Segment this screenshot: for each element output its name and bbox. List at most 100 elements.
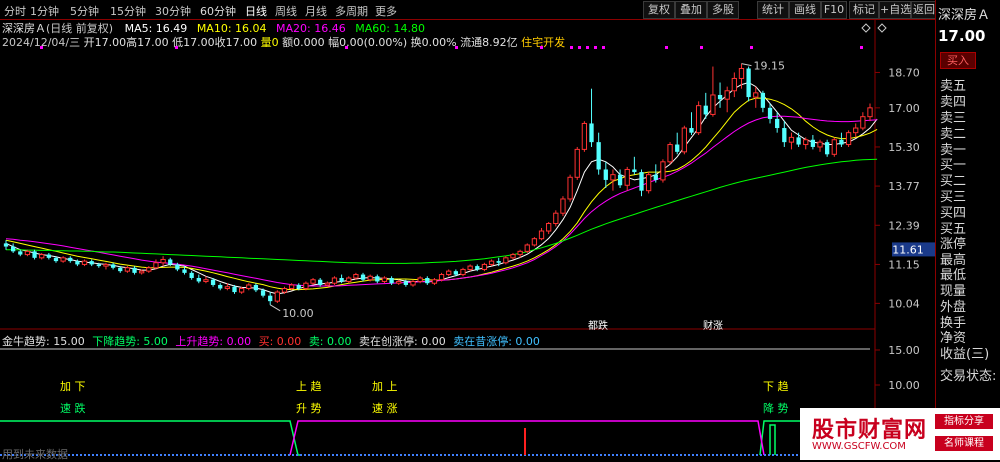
- candle-body-up: [681, 127, 687, 153]
- ma-line-ma60: [6, 158, 878, 264]
- candle-body-up: [460, 268, 466, 276]
- candle-body-up: [39, 254, 45, 259]
- candle-body-up: [753, 92, 759, 98]
- ann-downtrend-1: 下 趋: [763, 380, 789, 393]
- sidebar-row-17: 收益(三): [940, 347, 990, 362]
- quote-sidebar: 深深房Ａ 17.00 买入 卖五 卖四 卖三 卖二 卖一 买一 买二 买三 买四 买五 涨停 最高 最低…: [935, 0, 1000, 460]
- candlestick-chart[interactable]: 18.70 17.00 15.30 13.77 12.39 11.15 10.04 11.61…: [0, 0, 935, 460]
- candle-body-up: [560, 198, 566, 214]
- candle-body-up: [831, 139, 837, 155]
- ind-tick-label: 15.00: [888, 344, 920, 357]
- signal-dot: [540, 46, 543, 49]
- candle-body-up: [274, 291, 280, 302]
- candle-body-up: [24, 250, 31, 256]
- brand-watermark: 股市财富网 WWW.GSCFW.COM 指标分享 名师课程: [800, 408, 1000, 460]
- signal-dot: [750, 46, 753, 49]
- candle-body-down: [32, 251, 37, 258]
- candle-body-up: [346, 277, 352, 282]
- candle-body-down: [496, 261, 501, 263]
- buy-button[interactable]: 买入: [940, 52, 976, 69]
- candle-body-down: [453, 271, 458, 275]
- candle-body-up: [853, 127, 859, 134]
- candle-body-up: [146, 267, 152, 272]
- signal-dot: [570, 46, 573, 49]
- candle-body-down: [782, 128, 787, 143]
- candle-body-down: [767, 107, 773, 119]
- low-marker-line: [269, 304, 281, 312]
- price-tick-label: 15.30: [888, 141, 920, 154]
- candle-body-down: [189, 272, 194, 278]
- candle-body-down: [360, 274, 366, 280]
- candle-body-down: [110, 264, 116, 268]
- candle-body-up: [667, 144, 673, 163]
- candle-body-up: [103, 263, 109, 267]
- candle-body-down: [425, 277, 430, 284]
- candle-body-down: [617, 174, 623, 186]
- candle-body-up: [517, 250, 523, 256]
- ind-up-trend: 上升趋势: 0.00: [175, 335, 252, 348]
- brand-name: 股市财富网: [812, 417, 928, 443]
- candle-body-down: [403, 281, 409, 285]
- candle-body-up: [60, 257, 66, 262]
- candle-body-up: [481, 263, 488, 270]
- candle-body-up: [124, 267, 131, 272]
- candle-body-up: [738, 68, 745, 79]
- current-price-label: 11.61: [892, 243, 924, 256]
- ind-value: : 15.00: [46, 335, 85, 348]
- candle-body-down: [232, 286, 237, 293]
- candle-body-down: [3, 243, 9, 247]
- high-annotation: 19.15: [753, 60, 785, 73]
- brand-tag-indicators[interactable]: 指标分享: [935, 414, 993, 429]
- ma-line-ma10: [5, 97, 878, 291]
- diamond-icon: [877, 23, 887, 33]
- ind-buy: 买: 0.00: [258, 335, 302, 348]
- event-label: 财涨: [703, 319, 723, 332]
- indicator-legend: 金牛趋势: 15.00 下降趋势: 5.00 上升趋势: 0.00 买: 0.0…: [2, 333, 540, 349]
- brand-tag-courses[interactable]: 名师课程: [935, 436, 993, 451]
- signal-dot: [455, 46, 458, 49]
- candle-body-up: [788, 136, 795, 143]
- signal-dot: [175, 46, 178, 49]
- price-tick-label: 11.15: [888, 258, 920, 271]
- signal-dot: [594, 46, 597, 49]
- sidebar-stock-name: 深深房Ａ: [938, 8, 991, 23]
- candle-body-up: [567, 176, 573, 200]
- candle-body-down: [118, 267, 123, 272]
- candle-body-down: [89, 261, 94, 265]
- indicator-down-trend-line: [759, 420, 800, 456]
- candle-body-up: [646, 174, 652, 192]
- candle-body-up: [660, 161, 666, 181]
- sidebar-price: 17.00: [938, 27, 986, 45]
- ann-uptrend-1: 上 趋: [296, 380, 322, 393]
- candle-body-up: [153, 262, 159, 269]
- candle-body-down: [389, 277, 394, 284]
- ma-line-ma20: [5, 115, 878, 287]
- candle-body-down: [296, 284, 301, 289]
- candle-body-up: [238, 288, 245, 293]
- signal-dot: [578, 46, 581, 49]
- candle-body-down: [196, 277, 201, 282]
- candle-body-down: [375, 276, 380, 282]
- candle-body-down: [839, 139, 844, 145]
- indicator-down-trend-line: [769, 424, 776, 455]
- ann-uptrend-2: 升 势: [296, 402, 322, 415]
- ind-tick-label: 10.00: [888, 379, 920, 392]
- candle-body-up: [203, 279, 209, 282]
- candle-body-down: [760, 92, 766, 108]
- candle-body-down: [717, 94, 723, 100]
- candle-body-up: [581, 122, 588, 150]
- candle-body-up: [324, 282, 330, 286]
- candle-body-up: [867, 107, 873, 118]
- candle-body-down: [260, 290, 266, 296]
- candle-body-down: [10, 246, 16, 252]
- candle-body-up: [331, 277, 338, 284]
- brand-url: WWW.GSCFW.COM: [812, 441, 906, 452]
- candle-body-up: [574, 148, 580, 178]
- candle-body-up: [710, 94, 716, 115]
- candle-body-up: [160, 258, 166, 264]
- candle-body-down: [132, 267, 137, 273]
- candle-body-down: [18, 251, 23, 255]
- ann-accel-up-2: 速 涨: [372, 402, 398, 415]
- candle-body-up: [845, 132, 852, 146]
- candle-body-down: [603, 169, 608, 180]
